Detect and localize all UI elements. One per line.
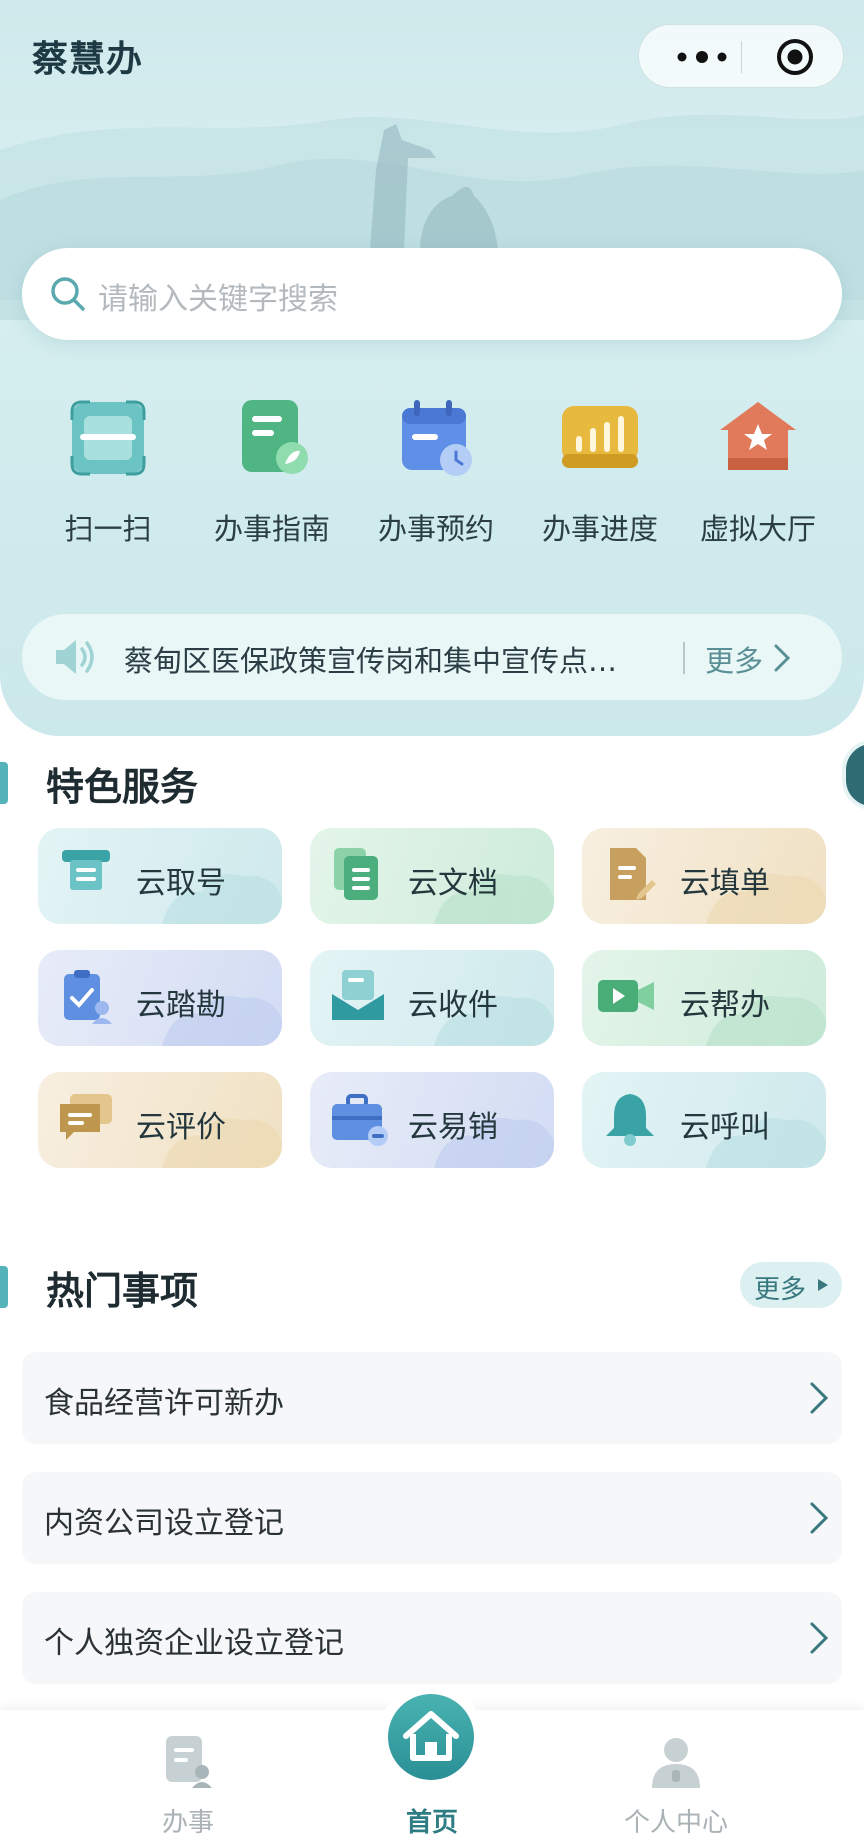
hot-item-row[interactable]: 内资公司设立登记 — [22, 1472, 842, 1564]
notice-divider — [683, 642, 685, 674]
ticket-machine-icon — [62, 850, 110, 890]
service-card-survey[interactable]: 云踏勘 — [38, 950, 282, 1046]
triangle-right-icon — [818, 1279, 828, 1291]
hot-section-header: 热门事项 更多 — [0, 1260, 864, 1316]
notice-bar[interactable]: 蔡甸区医保政策宣传岗和集中宣传点… 更多 — [22, 614, 842, 700]
service-card-label: 云填单 — [680, 866, 770, 901]
home-page: 蔡慧办 请输入关键字搜索 扫一扫 办事指南 办事预约 办事进度 虚拟大厅 蔡甸区… — [0, 0, 864, 1848]
featured-section-header: 特色服务 — [0, 756, 864, 812]
notice-more-link[interactable]: 更多 — [705, 638, 763, 680]
home-tab-bubble[interactable] — [378, 1684, 484, 1790]
service-card-label: 云易销 — [408, 1110, 498, 1145]
service-card-label: 云帮办 — [680, 988, 770, 1023]
service-card-label: 云呼叫 — [680, 1110, 770, 1145]
speaker-icon — [56, 640, 94, 674]
quick-action-label: 扫一扫 — [64, 512, 152, 546]
quick-action-label: 办事预约 — [377, 512, 494, 546]
comment-icon — [60, 1094, 112, 1140]
chevron-right-icon — [774, 644, 791, 672]
section-accent-bar — [0, 762, 8, 804]
calendar-icon — [402, 400, 472, 476]
hot-more-label: 更多 — [754, 1275, 807, 1305]
quick-action-label: 办事指南 — [213, 512, 330, 546]
search-icon — [51, 277, 85, 311]
service-card-call[interactable]: 云呼叫 — [582, 1072, 826, 1168]
service-card-label: 云收件 — [408, 988, 498, 1023]
quick-action-virtual-hall[interactable]: 虚拟大厅 — [676, 396, 840, 556]
service-card-inbox[interactable]: 云收件 — [310, 950, 554, 1046]
scan-icon — [70, 400, 146, 476]
search-placeholder: 请输入关键字搜索 — [98, 282, 338, 317]
service-card-label: 云取号 — [136, 866, 226, 901]
section-accent-bar — [0, 1266, 8, 1308]
service-card-video-help[interactable]: 云帮办 — [582, 950, 826, 1046]
hot-more-button[interactable]: 更多 — [740, 1262, 842, 1308]
bell-icon — [606, 1094, 654, 1146]
guide-icon — [242, 400, 308, 474]
home-icon — [403, 1711, 459, 1761]
chevron-right-icon — [810, 1622, 829, 1654]
service-card-label: 云文档 — [408, 866, 498, 901]
section-title: 特色服务 — [46, 765, 199, 809]
service-card-label: 云踏勘 — [136, 988, 226, 1023]
document-icon — [334, 848, 378, 900]
form-edit-icon — [610, 848, 656, 900]
tab-label: 个人中心 — [623, 1808, 728, 1838]
hot-item-row[interactable]: 个人独资企业设立登记 — [22, 1592, 842, 1684]
app-title: 蔡慧办 — [32, 39, 144, 80]
service-card-document[interactable]: 云文档 — [310, 828, 554, 924]
service-card-briefcase[interactable]: 云易销 — [310, 1072, 554, 1168]
close-ring-icon[interactable] — [775, 37, 815, 77]
tab-label: 首页 — [405, 1808, 458, 1838]
chevron-right-icon — [810, 1382, 829, 1414]
quick-action-progress[interactable]: 办事进度 — [518, 396, 682, 556]
capsule-divider — [741, 41, 742, 73]
user-icon — [652, 1738, 700, 1788]
virtual-hall-icon — [720, 402, 796, 470]
quick-action-label: 虚拟大厅 — [699, 512, 816, 546]
quick-action-scan[interactable]: 扫一扫 — [26, 396, 190, 556]
hot-item-label: 内资公司设立登记 — [44, 1506, 284, 1541]
chevron-right-icon — [810, 1502, 829, 1534]
quick-action-appointment[interactable]: 办事预约 — [354, 396, 518, 556]
affairs-icon — [166, 1736, 212, 1788]
tab-affairs[interactable]: 办事 — [88, 1710, 288, 1848]
quick-action-guide[interactable]: 办事指南 — [190, 396, 354, 556]
mini-program-capsule — [638, 24, 844, 88]
hot-item-label: 食品经营许可新办 — [44, 1386, 284, 1421]
search-bar[interactable]: 请输入关键字搜索 — [22, 248, 842, 340]
home-bubble-inner — [388, 1694, 474, 1780]
inbox-icon — [332, 970, 384, 1020]
hot-item-row[interactable]: 食品经营许可新办 — [22, 1352, 842, 1444]
more-dots-icon[interactable] — [667, 43, 737, 71]
tab-label: 办事 — [161, 1808, 214, 1838]
service-card-form[interactable]: 云填单 — [582, 828, 826, 924]
quick-actions: 扫一扫 办事指南 办事预约 办事进度 虚拟大厅 — [0, 396, 864, 556]
hot-item-label: 个人独资企业设立登记 — [44, 1626, 344, 1661]
section-title: 热门事项 — [46, 1269, 199, 1313]
quick-action-label: 办事进度 — [541, 512, 658, 546]
notice-text: 蔡甸区医保政策宣传岗和集中宣传点… — [124, 644, 618, 678]
briefcase-icon — [332, 1094, 388, 1146]
progress-chart-icon — [562, 406, 638, 468]
service-card-review[interactable]: 云评价 — [38, 1072, 282, 1168]
service-card-ticket[interactable]: 云取号 — [38, 828, 282, 924]
hero-header: 蔡慧办 请输入关键字搜索 扫一扫 办事指南 办事预约 办事进度 虚拟大厅 蔡甸区… — [0, 0, 864, 736]
survey-clipboard-icon — [64, 970, 112, 1024]
service-card-label: 云评价 — [136, 1110, 226, 1145]
video-camera-icon — [598, 980, 654, 1012]
tab-profile[interactable]: 个人中心 — [576, 1710, 776, 1848]
